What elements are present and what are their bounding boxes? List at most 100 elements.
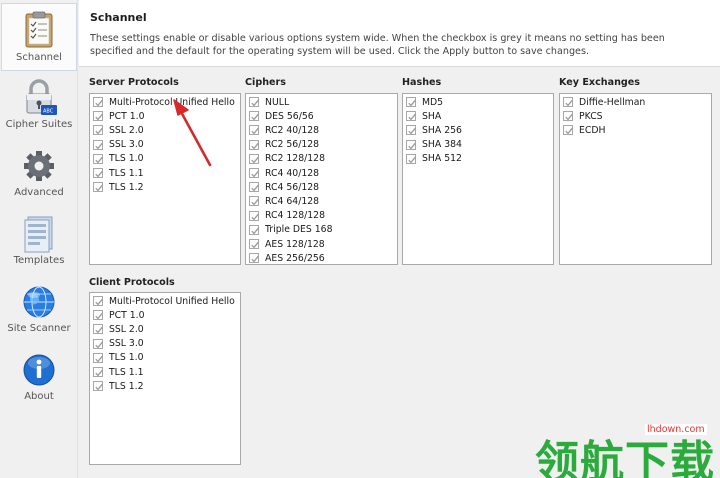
checkbox-row[interactable]: DES 56/56 xyxy=(249,109,314,123)
checkbox[interactable] xyxy=(249,168,259,178)
checkbox-label: TLS 1.0 xyxy=(109,153,144,165)
page-title: Schannel xyxy=(90,11,147,24)
checkbox[interactable] xyxy=(93,139,103,150)
sidebar: Schannel ABC Cipher Suites Advanced Temp… xyxy=(0,0,78,478)
checkbox[interactable] xyxy=(93,125,103,136)
checkbox[interactable] xyxy=(93,153,103,164)
checkbox[interactable] xyxy=(93,310,103,321)
checkbox[interactable] xyxy=(563,111,573,122)
checkbox[interactable] xyxy=(93,296,103,306)
checkbox[interactable] xyxy=(249,97,259,107)
checkbox-label: SHA 512 xyxy=(422,153,462,165)
sidebar-item-schannel[interactable]: Schannel xyxy=(1,3,77,71)
checkbox[interactable] xyxy=(249,139,259,150)
checkbox[interactable] xyxy=(93,324,103,335)
checkbox-row[interactable]: RC4 64/128 xyxy=(249,194,319,208)
checkbox[interactable] xyxy=(93,367,103,377)
checkbox-label: RC4 40/128 xyxy=(265,167,320,179)
checkbox-label: DES 56/56 xyxy=(265,110,314,122)
checkbox-row[interactable]: RC2 128/128 xyxy=(249,152,325,166)
checkbox-row[interactable]: SHA xyxy=(406,109,441,123)
checkbox-row[interactable]: PKCS xyxy=(563,109,603,123)
checkbox-row[interactable]: RC4 56/128 xyxy=(249,180,319,194)
checkbox[interactable] xyxy=(406,139,416,150)
checkbox[interactable] xyxy=(249,239,259,249)
checkbox-row[interactable]: ECDH xyxy=(563,123,606,137)
checkbox-row[interactable]: TLS 1.1 xyxy=(93,166,144,180)
checkbox-row[interactable]: AES 256/256 xyxy=(249,251,325,265)
checkbox-row[interactable]: Multi-Protocol Unified Hello xyxy=(93,95,235,109)
checkbox[interactable] xyxy=(93,168,103,178)
sidebar-item-cipher-suites[interactable]: ABC Cipher Suites xyxy=(0,71,78,139)
checkbox-row[interactable]: TLS 1.0 xyxy=(93,351,144,365)
checkbox[interactable] xyxy=(93,381,103,392)
checkbox[interactable] xyxy=(406,97,416,107)
checkbox-row[interactable]: RC2 56/128 xyxy=(249,138,319,152)
svg-text:ABC: ABC xyxy=(43,109,54,115)
checkbox-row[interactable]: TLS 1.1 xyxy=(93,365,144,379)
header: Schannel These settings enable or disabl… xyxy=(79,0,720,67)
checkbox-label: AES 128/128 xyxy=(265,238,325,250)
sidebar-item-templates[interactable]: Templates xyxy=(0,207,78,275)
checkbox[interactable] xyxy=(93,338,103,349)
checkbox-row[interactable]: SHA 512 xyxy=(406,152,462,166)
check-icon xyxy=(95,369,103,377)
checkbox[interactable] xyxy=(406,125,416,136)
check-icon xyxy=(95,113,103,121)
key-exchanges-list[interactable]: Diffie-Hellman PKCS ECDH xyxy=(559,93,712,265)
checkbox[interactable] xyxy=(93,111,103,122)
checkbox-row[interactable]: SSL 2.0 xyxy=(93,123,144,137)
sidebar-item-about[interactable]: About xyxy=(0,343,78,411)
checkbox[interactable] xyxy=(249,196,259,207)
checkbox-row[interactable]: SHA 256 xyxy=(406,123,462,137)
checkbox[interactable] xyxy=(93,182,103,193)
checkbox[interactable] xyxy=(93,97,103,107)
checkbox[interactable] xyxy=(249,125,259,136)
checkbox-row[interactable]: SHA 384 xyxy=(406,138,462,152)
checkbox[interactable] xyxy=(93,352,103,363)
checkbox[interactable] xyxy=(249,182,259,193)
checkbox[interactable] xyxy=(563,125,573,136)
checkbox-row[interactable]: Diffie-Hellman xyxy=(563,95,645,109)
globe-icon xyxy=(23,286,55,318)
checkbox-row[interactable]: Multi-Protocol Unified Hello xyxy=(93,294,235,308)
check-icon xyxy=(565,99,573,107)
hashes-list[interactable]: MD5 SHA SHA 256 SHA 384 SHA 512 xyxy=(402,93,554,265)
checkbox[interactable] xyxy=(249,111,259,122)
checkbox-row[interactable]: RC4 40/128 xyxy=(249,166,319,180)
checkbox[interactable] xyxy=(406,153,416,164)
checkbox[interactable] xyxy=(249,224,259,235)
checkbox[interactable] xyxy=(563,97,573,107)
checkbox-row[interactable]: TLS 1.2 xyxy=(93,379,144,393)
check-icon xyxy=(565,113,573,121)
checkbox-row[interactable]: PCT 1.0 xyxy=(93,109,145,123)
checkbox-row[interactable]: AES 128/128 xyxy=(249,237,325,251)
ciphers-list[interactable]: NULL DES 56/56 RC2 40/128 RC2 56/128 RC2 128… xyxy=(245,93,398,265)
checkbox-row[interactable]: PCT 1.0 xyxy=(93,308,145,322)
server-protocols-list[interactable]: Multi-Protocol Unified Hello PCT 1.0 SSL 2… xyxy=(89,93,241,265)
checkbox-row[interactable]: SSL 3.0 xyxy=(93,337,144,351)
checkbox-label: RC4 128/128 xyxy=(265,210,325,222)
sidebar-item-site-scanner[interactable]: Site Scanner xyxy=(0,275,78,343)
checkbox[interactable] xyxy=(249,253,259,264)
check-icon xyxy=(251,199,259,206)
checkbox-row[interactable]: MD5 xyxy=(406,95,443,109)
checkbox-label: TLS 1.2 xyxy=(109,181,144,193)
checkbox-row[interactable]: SSL 3.0 xyxy=(93,138,144,152)
checkbox[interactable] xyxy=(406,111,416,122)
checkbox-row[interactable]: Triple DES 168 xyxy=(249,223,333,237)
client-protocols-list[interactable]: Multi-Protocol Unified Hello PCT 1.0 SSL 2… xyxy=(89,292,241,465)
checkbox-row[interactable]: NULL xyxy=(249,95,289,109)
checkbox-row[interactable]: TLS 1.0 xyxy=(93,152,144,166)
check-icon xyxy=(95,312,103,320)
checkbox-label: TLS 1.0 xyxy=(109,352,144,364)
checkbox[interactable] xyxy=(249,153,259,164)
checkbox-row[interactable]: TLS 1.2 xyxy=(93,180,144,194)
checkbox-row[interactable]: RC4 128/128 xyxy=(249,209,325,223)
check-icon xyxy=(95,99,103,107)
checkbox-row[interactable]: SSL 2.0 xyxy=(93,322,144,336)
checkbox-row[interactable]: RC2 40/128 xyxy=(249,123,319,137)
checkbox-label: Diffie-Hellman xyxy=(579,96,646,108)
checkbox[interactable] xyxy=(249,210,259,221)
sidebar-item-advanced[interactable]: Advanced xyxy=(0,139,78,207)
